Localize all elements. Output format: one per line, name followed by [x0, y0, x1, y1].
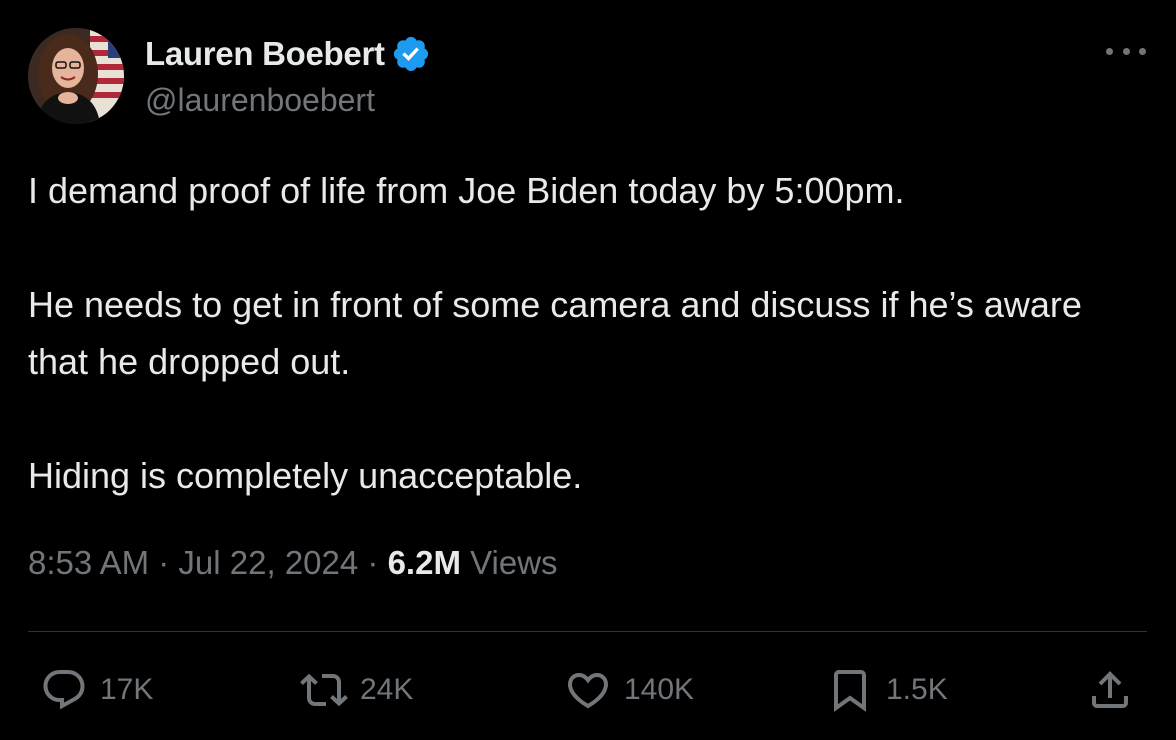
handle[interactable]: @laurenboebert: [145, 82, 375, 119]
more-dot: [1106, 47, 1113, 55]
avatar[interactable]: [28, 28, 124, 124]
more-horizontal-icon[interactable]: [1106, 36, 1146, 66]
tweet-meta: 8:53 AM · Jul 22, 2024 · 6.2M Views: [28, 544, 558, 582]
tweet-paragraph: He needs to get in front of some camera …: [28, 284, 1082, 382]
bookmark-count: 1.5K: [886, 673, 948, 706]
divider: [28, 631, 1147, 632]
repost-icon: [300, 673, 348, 707]
verified-badge-icon: [393, 36, 428, 72]
author-name-row: Lauren Boebert: [145, 32, 431, 76]
like-button[interactable]: 140K: [564, 660, 694, 720]
tweet-paragraph: Hiding is completely unacceptable.: [28, 455, 583, 496]
like-count: 140K: [624, 673, 695, 706]
meta-separator: ·: [158, 544, 170, 581]
heart-icon: [567, 673, 609, 709]
more-dot: [1139, 47, 1146, 55]
display-name[interactable]: Lauren Boebert: [145, 35, 385, 73]
reply-button[interactable]: 17K: [40, 660, 153, 720]
views-count[interactable]: 6.2M: [388, 544, 461, 581]
avatar-image: [28, 28, 124, 124]
views-label: Views: [470, 544, 558, 581]
share-icon: [1092, 671, 1128, 708]
repost-count: 24K: [360, 673, 414, 706]
tweet-card: Lauren Boebert @laurenboebert I demand p…: [0, 0, 1176, 740]
action-bar: 17K 24K 140K 1.5K: [0, 660, 1176, 720]
share-button[interactable]: [1086, 660, 1134, 720]
tweet-text: I demand proof of life from Joe Biden to…: [28, 162, 1138, 504]
reply-icon: [43, 670, 85, 710]
tweet-time[interactable]: 8:53 AM: [28, 544, 149, 581]
tweet-date[interactable]: Jul 22, 2024: [178, 544, 358, 581]
meta-separator: ·: [367, 544, 379, 581]
bookmark-icon: [834, 670, 866, 712]
more-dot: [1122, 47, 1130, 55]
reply-count: 17K: [100, 673, 154, 706]
tweet-paragraph: I demand proof of life from Joe Biden to…: [28, 170, 905, 211]
bookmark-button[interactable]: 1.5K: [826, 660, 948, 720]
repost-button[interactable]: 24K: [300, 660, 413, 720]
